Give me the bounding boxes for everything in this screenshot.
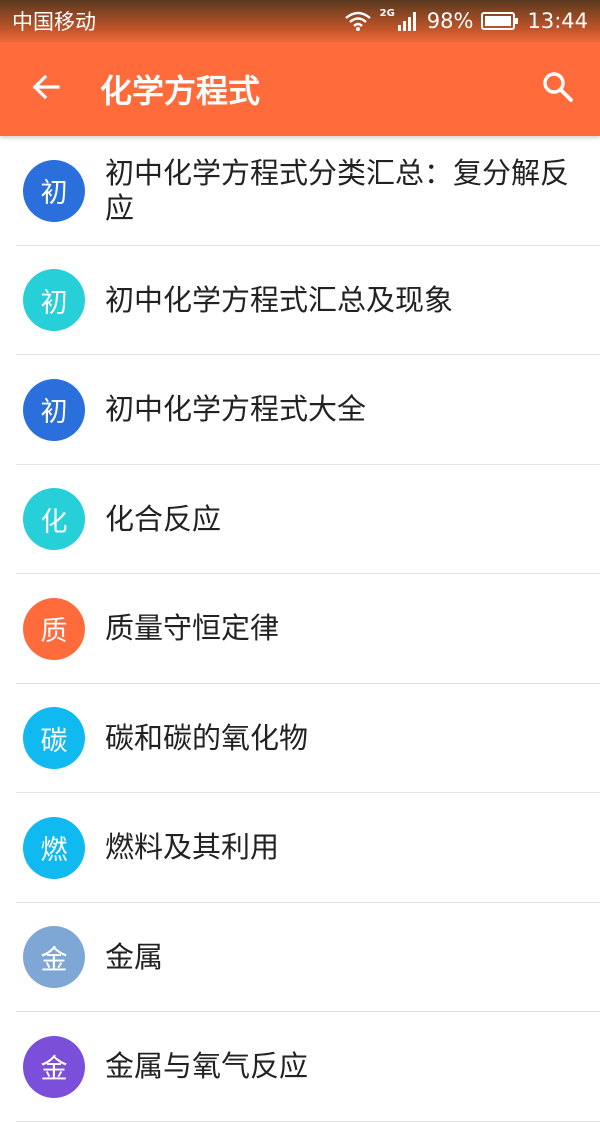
item-avatar: 初: [23, 378, 85, 441]
item-label: 初中化学方程式分类汇总：复分解反应: [105, 155, 570, 225]
list-item[interactable]: 燃燃料及其利用: [0, 793, 600, 903]
item-label: 质量守恒定律: [105, 611, 280, 646]
list-item[interactable]: 初初中化学方程式大全: [0, 355, 600, 465]
item-avatar: 初: [23, 269, 85, 332]
back-button[interactable]: [0, 42, 92, 136]
wifi-icon: [344, 11, 372, 31]
list-item[interactable]: 化化合反应: [0, 465, 600, 575]
item-avatar: 燃: [23, 816, 85, 879]
search-button[interactable]: [516, 42, 600, 136]
item-label: 初中化学方程式大全: [105, 392, 367, 427]
battery-icon: [481, 11, 519, 31]
item-label: 金属: [105, 939, 164, 974]
list-item[interactable]: 碳碳和碳的氧化物: [0, 684, 600, 794]
clock: 13:44: [527, 9, 588, 33]
item-avatar: 质: [23, 597, 85, 660]
carrier-label: 中国移动: [12, 10, 96, 34]
item-avatar: 碳: [23, 707, 85, 770]
item-avatar: 金: [23, 926, 85, 989]
list-item[interactable]: 金金属: [0, 903, 600, 1013]
arrow-left-icon: [30, 71, 62, 107]
item-avatar: 初: [23, 159, 85, 222]
list-item[interactable]: 初初中化学方程式汇总及现象: [0, 246, 600, 356]
list-item[interactable]: 质质量守恒定律: [0, 574, 600, 684]
item-label: 燃料及其利用: [105, 830, 280, 865]
equation-list: 初初中化学方程式分类汇总：复分解反应初初中化学方程式汇总及现象初初中化学方程式大…: [0, 136, 600, 1122]
search-icon: [541, 70, 575, 108]
item-label: 化合反应: [105, 501, 222, 536]
network-type-label: 2G: [379, 7, 395, 19]
page-title: 化学方程式: [100, 72, 261, 110]
item-label: 碳和碳的氧化物: [105, 720, 309, 755]
list-item[interactable]: 初初中化学方程式分类汇总：复分解反应: [0, 136, 600, 246]
item-avatar: 化: [23, 488, 85, 551]
status-bar: 中国移动 2G 98% 13:44: [0, 0, 600, 42]
battery-percent: 98%: [426, 9, 474, 33]
status-icons: 2G 98% 13:44: [344, 7, 588, 33]
app-bar: 化学方程式: [0, 42, 600, 136]
signal-icon: [397, 11, 419, 31]
item-label: 初中化学方程式汇总及现象: [105, 282, 454, 317]
